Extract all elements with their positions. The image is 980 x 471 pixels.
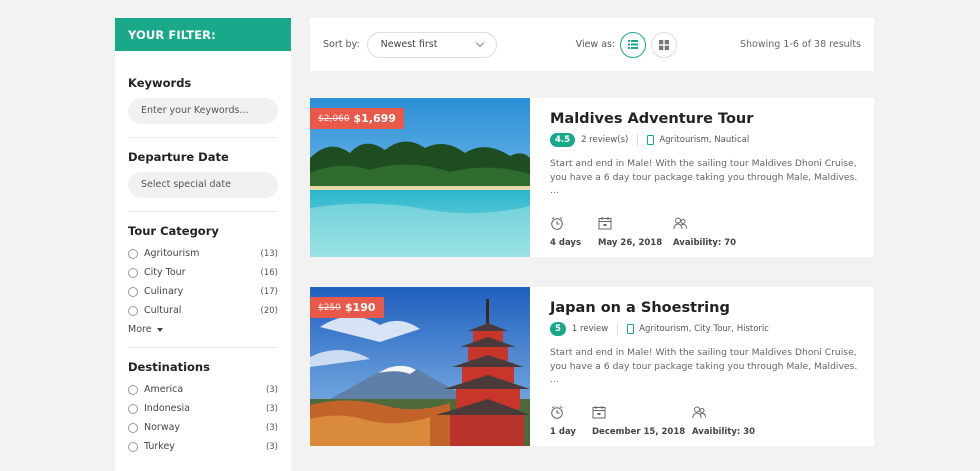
tour-card: $250 $190 Japan on a Shoestring 5 1 revi…	[310, 287, 874, 446]
results-count: Showing 1-6 of 38 results	[740, 39, 861, 50]
option-count: (13)	[260, 248, 278, 259]
duration-stat: 4 days	[550, 216, 598, 248]
destination-option-turkey[interactable]: Turkey (3)	[128, 437, 278, 456]
category-option-city-tour[interactable]: City Tour (16)	[128, 263, 278, 282]
option-count: (16)	[260, 267, 278, 278]
duration-value: 1 day	[550, 426, 576, 437]
grid-icon	[659, 39, 670, 50]
radio-icon[interactable]	[128, 248, 138, 259]
clock-icon	[551, 405, 563, 419]
category-option-agritourism[interactable]: Agritourism (13)	[128, 244, 278, 263]
filter-sidebar: YOUR FILTER: Keywords Enter your Keyword…	[115, 18, 291, 471]
tour-card: $2,060 $1,699 Maldives Adventure Tour 4.…	[310, 98, 874, 257]
availability-value: Avaibility: 30	[692, 426, 756, 437]
departure-date-input[interactable]: Select special date	[128, 172, 278, 198]
option-label: Indonesia	[144, 403, 190, 414]
radio-icon[interactable]	[128, 403, 138, 414]
radio-icon[interactable]	[128, 441, 138, 452]
option-label: America	[144, 384, 184, 395]
option-label: Cultural	[144, 305, 182, 316]
list-icon	[628, 40, 639, 49]
departure-date-title: Departure Date	[128, 150, 229, 164]
option-count: (3)	[265, 403, 278, 414]
meta-divider	[617, 323, 619, 335]
option-count: (20)	[260, 305, 278, 316]
sort-value: Newest first	[380, 39, 438, 50]
option-label: Norway	[144, 422, 181, 433]
option-count: (17)	[260, 286, 278, 297]
sort-select[interactable]: Newest first	[366, 31, 497, 58]
list-view-button[interactable]	[620, 31, 647, 58]
more-label: More	[128, 324, 152, 335]
group-icon	[673, 217, 687, 229]
rating-badge: 5	[550, 322, 566, 336]
radio-icon[interactable]	[128, 305, 138, 316]
price-tag: $250 $190	[310, 297, 384, 318]
duration-value: 4 days	[550, 237, 582, 248]
tour-image-japan[interactable]: $250 $190	[310, 287, 530, 446]
tour-title[interactable]: Japan on a Shoestring	[550, 300, 860, 316]
radio-icon[interactable]	[128, 384, 138, 395]
destination-option-norway[interactable]: Norway (3)	[128, 418, 278, 437]
more-categories-link[interactable]: More	[128, 324, 278, 335]
option-label: City Tour	[144, 267, 186, 278]
results-toolbar: Sort by: Newest first View as: Showing 1…	[310, 18, 874, 71]
bookmark-icon	[647, 135, 655, 145]
date-stat: December 15, 2018	[592, 405, 692, 437]
availability-value: Avaibility: 70	[673, 237, 737, 248]
caret-down-icon	[156, 327, 163, 332]
radio-icon[interactable]	[128, 267, 138, 278]
current-price: $190	[344, 301, 376, 314]
availability-stat: Avaibility: 30	[692, 405, 755, 437]
grid-view-button[interactable]	[651, 31, 678, 58]
group-icon	[692, 406, 706, 418]
review-count[interactable]: 1 review	[572, 324, 608, 334]
date-value: May 26, 2018	[598, 237, 663, 248]
old-price: $2,060	[318, 113, 350, 124]
meta-divider	[637, 134, 639, 146]
bookmark-icon	[627, 324, 635, 334]
category-option-culinary[interactable]: Culinary (17)	[128, 282, 278, 301]
date-stat: May 26, 2018	[598, 216, 673, 248]
option-count: (3)	[265, 384, 278, 395]
tour-description: Start and end in Male! With the sailing …	[550, 347, 858, 385]
destination-option-indonesia[interactable]: Indonesia (3)	[128, 399, 278, 418]
view-label: View as:	[575, 39, 616, 50]
keywords-title: Keywords	[128, 76, 192, 90]
date-value: December 15, 2018	[592, 426, 686, 437]
calendar-icon	[592, 405, 606, 418]
rating-badge: 4.5	[550, 133, 576, 147]
availability-stat: Avaibility: 70	[673, 216, 736, 248]
chevron-down-icon	[475, 38, 484, 48]
clock-icon	[551, 216, 563, 230]
old-price: $250	[318, 302, 341, 313]
category-option-cultural[interactable]: Cultural (20)	[128, 301, 278, 320]
option-count: (3)	[265, 422, 278, 433]
tour-categories[interactable]: Agritourism, City Tour, Historic	[639, 324, 769, 334]
destination-option-america[interactable]: America (3)	[128, 380, 278, 399]
duration-stat: 1 day	[550, 405, 592, 437]
option-label: Agritourism	[144, 248, 200, 259]
keywords-input[interactable]: Enter your Keywords...	[128, 98, 278, 124]
current-price: $1,699	[353, 112, 396, 125]
tour-category-title: Tour Category	[128, 224, 219, 238]
calendar-icon	[598, 216, 612, 229]
option-label: Culinary	[144, 286, 184, 297]
price-tag: $2,060 $1,699	[310, 108, 404, 129]
tour-categories[interactable]: Agritourism, Nautical	[659, 135, 749, 145]
option-count: (3)	[265, 441, 278, 452]
tour-description: Start and end in Male! With the sailing …	[550, 158, 858, 196]
sort-label: Sort by:	[323, 39, 360, 50]
destinations-title: Destinations	[128, 360, 210, 374]
review-count[interactable]: 2 review(s)	[581, 135, 628, 145]
radio-icon[interactable]	[128, 422, 138, 433]
option-label: Turkey	[144, 441, 175, 452]
tour-title[interactable]: Maldives Adventure Tour	[550, 111, 860, 127]
filter-header: YOUR FILTER:	[115, 18, 291, 51]
tour-image-maldives[interactable]: $2,060 $1,699	[310, 98, 530, 257]
radio-icon[interactable]	[128, 286, 138, 297]
